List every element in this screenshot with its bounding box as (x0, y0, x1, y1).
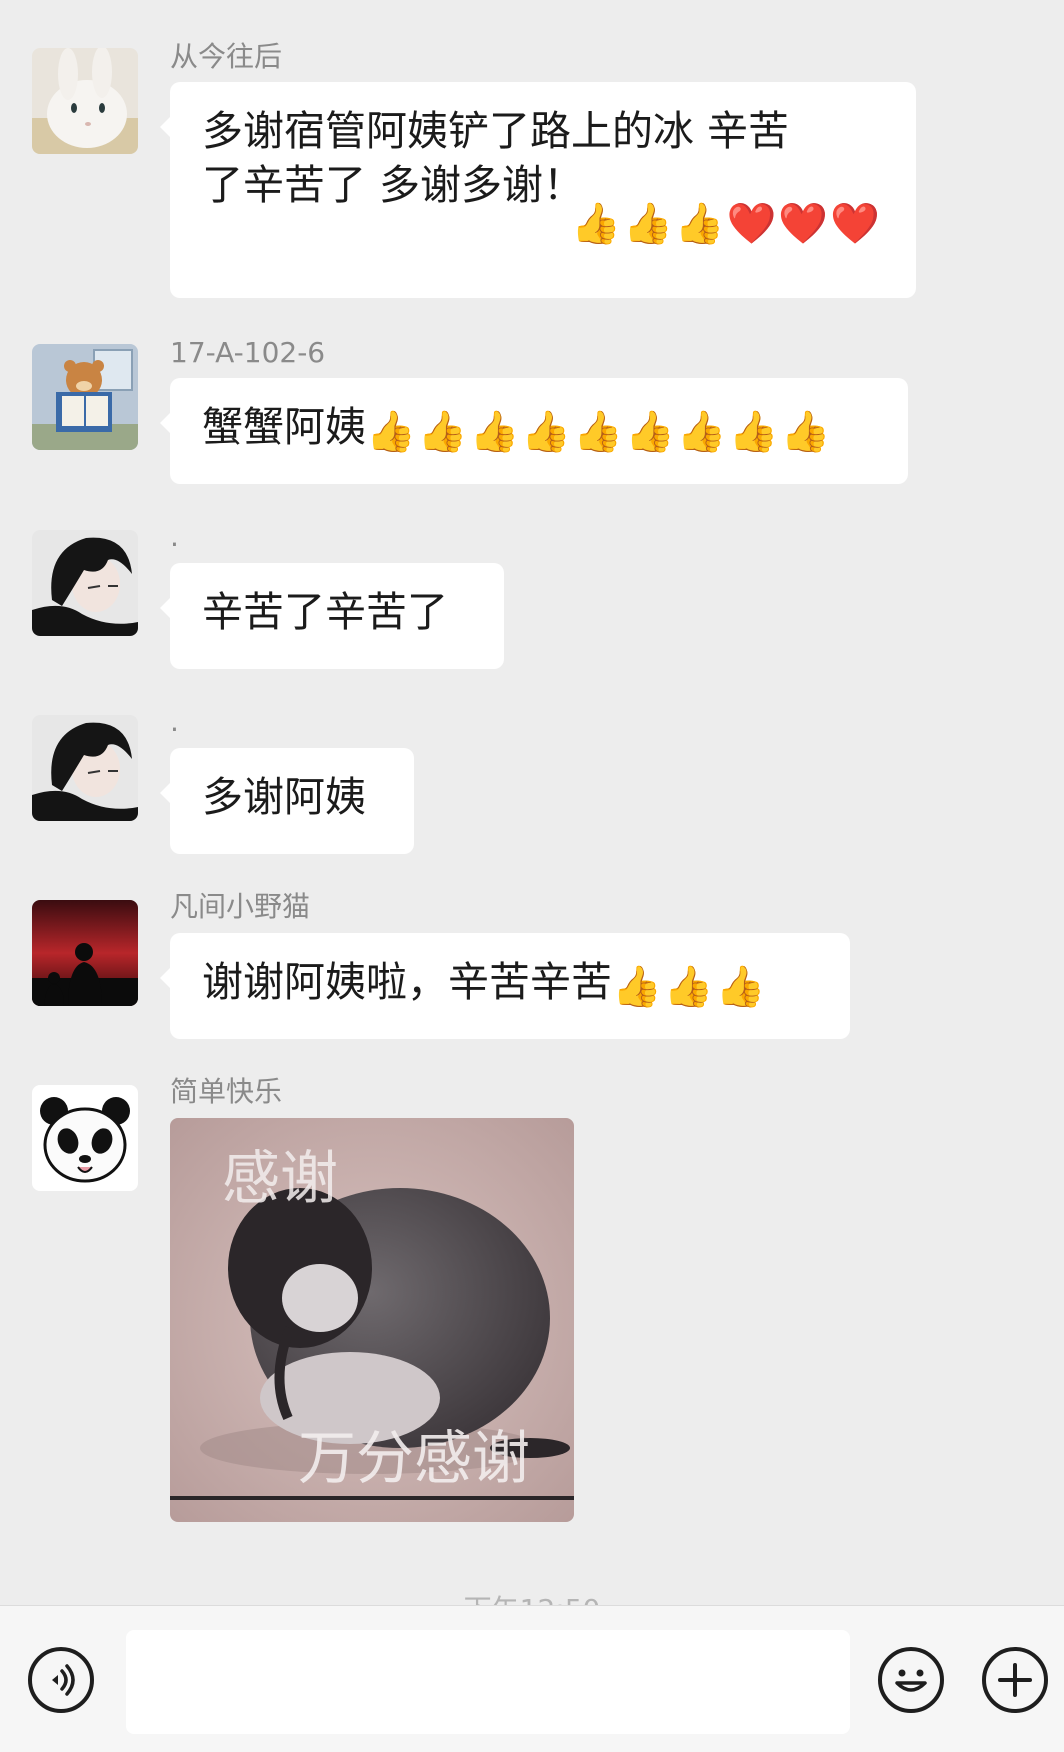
message-bubble[interactable]: 蟹蟹阿姨👍👍👍👍👍👍👍👍👍 (160, 378, 908, 484)
anime-boy-avatar[interactable] (32, 530, 138, 636)
sender-name: 17-A-102-6 (170, 336, 326, 369)
sticker-bottom-text: 万分感谢 (298, 1424, 530, 1492)
message-text: 多谢阿姨 (202, 773, 366, 821)
timestamp: 下午12:50 (0, 1588, 1064, 1605)
message-text: 蟹蟹阿姨 (202, 403, 366, 451)
message-text-line: 多谢宿管阿姨铲了路上的冰 辛苦 (202, 107, 790, 155)
thumbs-up-emoji-icon: 👍👍👍 (612, 964, 768, 1010)
sticker-top-text: 感谢 (222, 1144, 338, 1212)
thumbs-up-heart-emoji-icon: 👍👍👍❤️❤️❤️ (571, 201, 882, 247)
sender-name: . (170, 705, 179, 738)
sender-name: 凡间小野猫 (170, 890, 311, 923)
message-bubble[interactable]: 多谢阿姨 (160, 748, 414, 854)
sunset-silhouette-avatar[interactable] (32, 900, 138, 1006)
voice-button[interactable] (28, 1647, 94, 1713)
emoji-button[interactable] (878, 1647, 944, 1713)
emoji-icon (895, 1669, 927, 1692)
input-bar (0, 1605, 1064, 1752)
panda-face-avatar[interactable] (32, 1085, 138, 1191)
message-bubble[interactable]: 多谢宿管阿姨铲了路上的冰 辛苦 了辛苦了 多谢多谢！ 👍👍👍❤️❤️❤️ (160, 82, 916, 298)
plus-button[interactable] (982, 1647, 1048, 1713)
message-bubble[interactable]: 辛苦了辛苦了 (160, 563, 504, 669)
anime-boy-avatar[interactable] (32, 715, 138, 821)
voice-icon (52, 1664, 75, 1696)
sender-name: . (170, 520, 179, 553)
chat-history[interactable]: 从今往后 多谢宿管阿姨铲了路上的冰 辛苦 了辛苦了 多谢多谢！ 👍👍👍❤️❤️❤… (0, 0, 1064, 1605)
cartoon-bear-reading-avatar[interactable] (32, 344, 138, 450)
sender-name: 从今往后 (170, 40, 283, 73)
sender-name: 简单快乐 (170, 1075, 283, 1108)
plus-icon (998, 1663, 1032, 1697)
message-input[interactable] (126, 1630, 850, 1734)
message-text: 辛苦了辛苦了 (202, 588, 448, 636)
penguin-bowing-sticker[interactable]: 感谢 万分感谢 (170, 1118, 574, 1522)
message-bubble[interactable]: 谢谢阿姨啦，辛苦辛苦👍👍👍 (160, 933, 850, 1039)
message-text: 了辛苦了 多谢多谢！ (202, 161, 585, 209)
white-rabbit-avatar[interactable] (32, 48, 138, 154)
message-text: 谢谢阿姨啦，辛苦辛苦 (202, 958, 612, 1006)
thumbs-up-emoji-icon: 👍👍👍👍👍👍👍👍👍 (366, 409, 833, 455)
